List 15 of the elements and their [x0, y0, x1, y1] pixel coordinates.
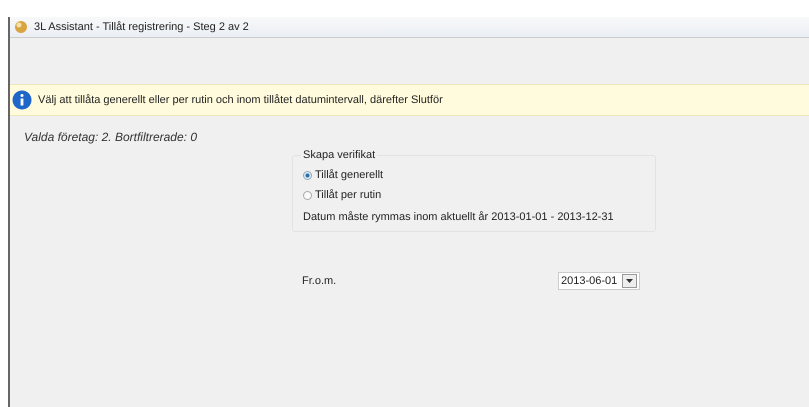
- date-range-note: Datum måste rymmas inom aktuellt år 2013-01-01 - 2013-12-31: [303, 211, 615, 223]
- window-title: 3L Assistant - Tillåt registrering - Steg 2 av 2: [34, 21, 249, 33]
- info-message: Välj att tillåta generellt eller per rutin och inom tillåtet datumintervall, därefter Slutför: [38, 94, 443, 106]
- app-icon: [14, 20, 28, 34]
- radio-button[interactable]: [303, 170, 312, 180]
- dropdown-button[interactable]: [622, 274, 638, 288]
- radio-label[interactable]: Tillåt per rutin: [315, 189, 382, 201]
- summary-text: Valda företag: 2. Bortfiltrerade: 0: [24, 130, 198, 144]
- caret-icon: [626, 279, 634, 283]
- group-title: Skapa verifikat: [301, 149, 378, 161]
- radio-label[interactable]: Tillåt generellt: [315, 169, 384, 181]
- date-field[interactable]: 2013-06-01: [558, 272, 640, 290]
- radio-button[interactable]: [303, 190, 312, 200]
- info-icon: [12, 90, 32, 110]
- from-date-label: Fr.o.m.: [302, 275, 338, 287]
